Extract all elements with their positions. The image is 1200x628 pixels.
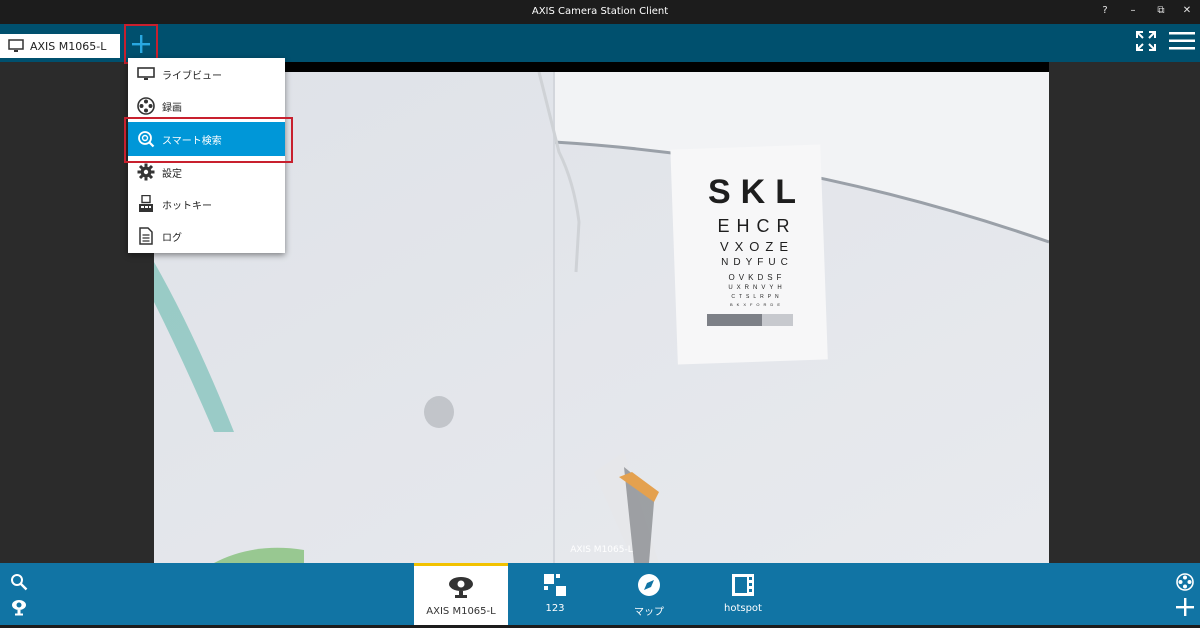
monitor-icon — [8, 39, 24, 53]
tab-label: hotspot — [724, 603, 762, 614]
menu-item-label: ライブビュー — [162, 70, 222, 82]
gear-icon — [133, 162, 159, 182]
menu-item-live-view[interactable]: ライブビュー — [128, 58, 285, 90]
search-icon — [10, 573, 28, 591]
tab-label: 123 — [545, 603, 565, 614]
camera-icon — [448, 576, 474, 600]
plus-icon — [130, 33, 152, 55]
menu-item-label: 設定 — [162, 168, 182, 180]
chart-line: NDYFUC — [721, 257, 793, 268]
log-icon — [133, 226, 159, 246]
tab-label: マップ — [634, 607, 664, 618]
menu-item-logs[interactable]: ログ — [128, 220, 285, 252]
close-button[interactable]: ✕ — [1176, 3, 1198, 19]
film-reel-icon — [1176, 573, 1194, 591]
help-button[interactable]: ? — [1094, 3, 1116, 19]
tab-label: AXIS M1065-L — [426, 606, 496, 617]
monitor-icon — [133, 64, 159, 84]
chart-line: OVKDSF — [728, 273, 786, 282]
chart-line: SKL — [708, 173, 806, 211]
recordings-button[interactable] — [1174, 571, 1196, 593]
film-reel-icon — [133, 96, 159, 116]
chart-line: UXRNVYH — [728, 285, 786, 291]
view-layout-icon — [543, 573, 567, 597]
highlight-box — [124, 117, 293, 163]
title-bar: AXIS Camera Station Client ? – ⧉ ✕ — [0, 0, 1200, 24]
search-button[interactable] — [8, 571, 30, 593]
minimize-button[interactable]: – — [1122, 3, 1144, 19]
tab-hotspot[interactable]: hotspot — [696, 563, 790, 625]
plus-icon — [1176, 598, 1194, 616]
menu-item-label: ログ — [162, 232, 182, 244]
compass-icon — [637, 573, 661, 597]
restore-button[interactable]: ⧉ — [1150, 3, 1172, 19]
camera-alert-icon — [10, 598, 28, 616]
window-title: AXIS Camera Station Client — [531, 6, 669, 17]
chart-line: BKXFORDE — [729, 302, 784, 307]
menu-item-label: ホットキー — [162, 200, 212, 212]
top-toolbar — [0, 24, 1200, 62]
eye-chart: SKL EHCR VXOZE NDYFUC OVKDSF UXRNVYH CTS… — [702, 172, 812, 308]
hotspot-icon — [731, 573, 755, 597]
fullscreen-icon — [1135, 30, 1157, 52]
bottom-tab-bar: AXIS M1065-L 123 マップ hotspot — [0, 563, 1200, 625]
camera-alert-button[interactable] — [8, 596, 30, 618]
hotkey-icon — [133, 194, 159, 214]
video-top-bar — [154, 62, 1049, 72]
menu-item-label: 録画 — [162, 102, 182, 114]
camera-name-overlay: AXIS M1065-L — [570, 545, 633, 555]
chart-line: EHCR — [717, 216, 797, 236]
chart-line: VXOZE — [719, 239, 795, 254]
tab-camera[interactable]: AXIS M1065-L — [414, 563, 508, 625]
tab-view-123[interactable]: 123 — [508, 563, 602, 625]
camera-tab[interactable]: AXIS M1065-L — [0, 34, 120, 58]
tab-map[interactable]: マップ — [602, 563, 696, 625]
camera-tab-label: AXIS M1065-L — [30, 39, 107, 53]
main-menu-button[interactable] — [1164, 26, 1200, 56]
menu-item-hotkeys[interactable]: ホットキー — [128, 188, 285, 220]
hamburger-menu-icon — [1169, 31, 1195, 51]
fullscreen-button[interactable] — [1128, 26, 1164, 56]
add-button[interactable] — [1174, 596, 1196, 618]
chart-line: CTSLRPN — [731, 294, 783, 300]
